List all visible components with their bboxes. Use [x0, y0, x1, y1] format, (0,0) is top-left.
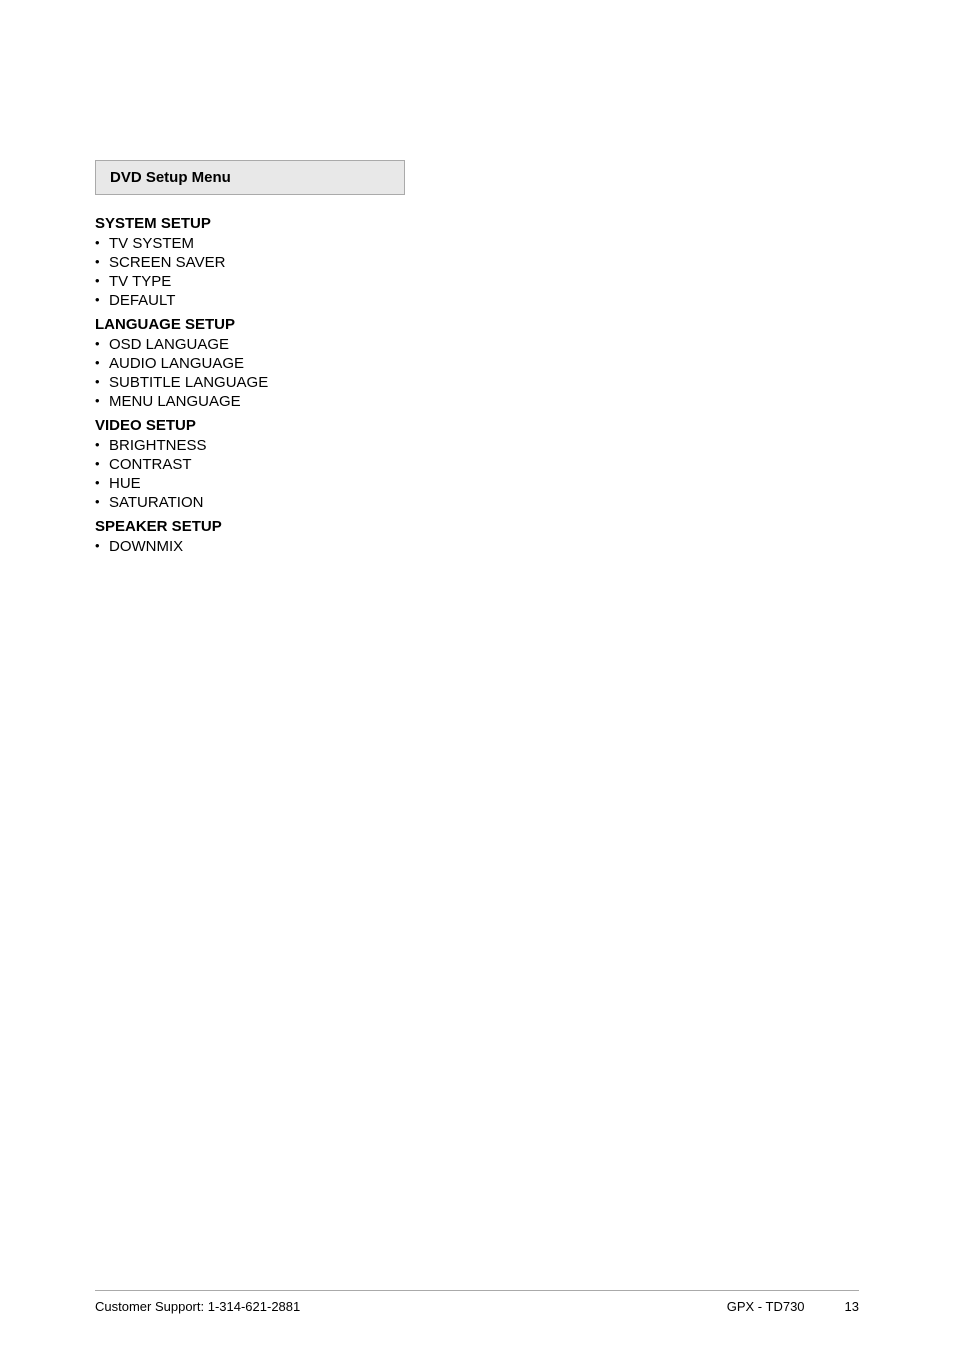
item-text: BRIGHTNESS [109, 437, 207, 454]
section-title-system-setup: SYSTEM SETUP [95, 215, 859, 232]
section-items-language-setup: •OSD LANGUAGE•AUDIO LANGUAGE•SUBTITLE LA… [95, 335, 859, 411]
footer-right: GPX - TD730 13 [727, 1299, 859, 1314]
bullet-icon: • [95, 475, 109, 490]
item-text: TV SYSTEM [109, 235, 194, 252]
item-text: AUDIO LANGUAGE [109, 355, 244, 372]
section-video-setup: VIDEO SETUP•BRIGHTNESS•CONTRAST•HUE•SATU… [95, 417, 859, 512]
page-number: 13 [845, 1299, 859, 1314]
footer: Customer Support: 1-314-621-2881 GPX - T… [95, 1290, 859, 1314]
section-title-video-setup: VIDEO SETUP [95, 417, 859, 434]
section-speaker-setup: SPEAKER SETUP •DOWNMIX [95, 518, 859, 556]
item-text: CONTRAST [109, 456, 192, 473]
sections-container: SYSTEM SETUP•TV SYSTEM•SCREEN SAVER•TV T… [95, 215, 859, 556]
item-text: SUBTITLE LANGUAGE [109, 374, 268, 391]
section-language-setup: LANGUAGE SETUP•OSD LANGUAGE•AUDIO LANGUA… [95, 316, 859, 411]
bullet-icon: • [95, 355, 109, 370]
section-system-setup: SYSTEM SETUP•TV SYSTEM•SCREEN SAVER•TV T… [95, 215, 859, 310]
list-item: •DEFAULT [95, 291, 859, 310]
item-text: TV TYPE [109, 273, 171, 290]
menu-box-title: DVD Setup Menu [110, 169, 231, 186]
item-text: MENU LANGUAGE [109, 393, 241, 410]
list-item: •AUDIO LANGUAGE [95, 354, 859, 373]
section-title-speaker-setup: SPEAKER SETUP [95, 518, 859, 535]
bullet-icon: • [95, 292, 109, 307]
list-item: •SUBTITLE LANGUAGE [95, 373, 859, 392]
list-item: •BRIGHTNESS [95, 436, 859, 455]
item-text: DEFAULT [109, 292, 175, 309]
section-items-speaker-setup: •DOWNMIX [95, 537, 859, 556]
bullet-icon: • [95, 336, 109, 351]
list-item: •SATURATION [95, 493, 859, 512]
list-item: •TV TYPE [95, 272, 859, 291]
section-items-system-setup: •TV SYSTEM•SCREEN SAVER•TV TYPE•DEFAULT [95, 234, 859, 310]
bullet-icon: • [95, 538, 109, 553]
menu-box: DVD Setup Menu [95, 160, 405, 195]
bullet-icon: • [95, 494, 109, 509]
list-item: •CONTRAST [95, 455, 859, 474]
bullet-icon: • [95, 374, 109, 389]
bullet-icon: • [95, 235, 109, 250]
list-item: •HUE [95, 474, 859, 493]
item-text: OSD LANGUAGE [109, 336, 229, 353]
list-item: •TV SYSTEM [95, 234, 859, 253]
bullet-icon: • [95, 393, 109, 408]
list-item: •SCREEN SAVER [95, 253, 859, 272]
page-content: DVD Setup Menu SYSTEM SETUP•TV SYSTEM•SC… [0, 0, 954, 642]
item-text: HUE [109, 475, 141, 492]
bullet-icon: • [95, 456, 109, 471]
section-title-language-setup: LANGUAGE SETUP [95, 316, 859, 333]
item-text: DOWNMIX [109, 538, 183, 555]
item-text: SCREEN SAVER [109, 254, 225, 271]
bullet-icon: • [95, 437, 109, 452]
footer-support: Customer Support: 1-314-621-2881 [95, 1299, 300, 1314]
bullet-icon: • [95, 254, 109, 269]
section-items-video-setup: •BRIGHTNESS•CONTRAST•HUE•SATURATION [95, 436, 859, 512]
list-item: •DOWNMIX [95, 537, 859, 556]
list-item: •MENU LANGUAGE [95, 392, 859, 411]
bullet-icon: • [95, 273, 109, 288]
footer-model: GPX - TD730 [727, 1299, 805, 1314]
list-item: •OSD LANGUAGE [95, 335, 859, 354]
item-text: SATURATION [109, 494, 203, 511]
